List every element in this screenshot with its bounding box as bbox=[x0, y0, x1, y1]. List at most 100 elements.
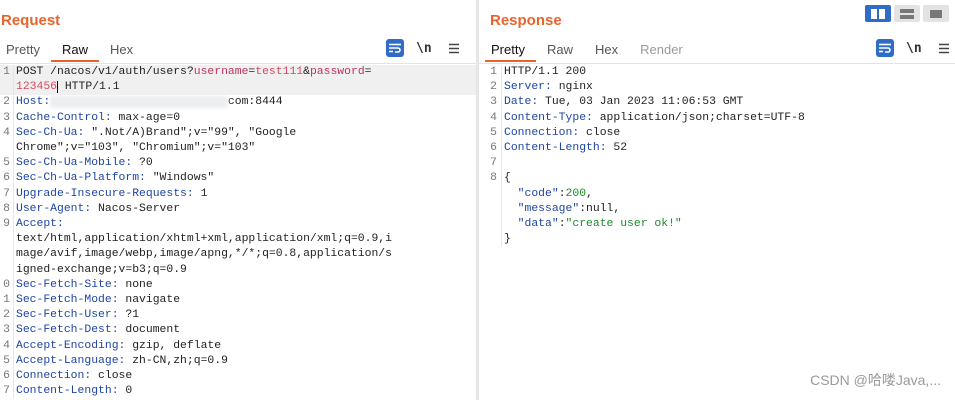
json-value: "create user ok!" bbox=[565, 218, 682, 231]
header-name: Host: bbox=[16, 96, 51, 109]
response-header-line: 4 Content-Type: application/json;charset=… bbox=[479, 110, 955, 126]
header-name: Accept: bbox=[16, 218, 64, 231]
line-number: 3 bbox=[479, 95, 502, 111]
header-value: ".Not/A)Brand";v="99", "Google bbox=[84, 126, 297, 139]
request-header-line: 5 Sec-Ch-Ua-Mobile: ?0 bbox=[0, 156, 476, 172]
header-value: close bbox=[579, 126, 621, 139]
response-tab-hex[interactable]: Hex bbox=[584, 40, 629, 62]
header-name: Sec-Fetch-Dest: bbox=[16, 324, 119, 337]
response-pane: Response Pretty Raw Hex Render \n 1 HTTP/… bbox=[479, 0, 955, 400]
response-tab-raw[interactable]: Raw bbox=[536, 40, 584, 62]
response-tab-separator bbox=[479, 63, 955, 64]
request-line-method: POST /nacos/v1/auth/users? bbox=[16, 66, 194, 78]
response-title: Response bbox=[490, 12, 562, 29]
line-number bbox=[479, 186, 502, 202]
wrap-lines-icon bbox=[879, 43, 891, 53]
header-name: Content-Length: bbox=[504, 142, 607, 155]
line-number: 2 bbox=[0, 95, 14, 111]
line-number bbox=[479, 217, 502, 233]
request-header-line: 8 User-Agent: Nacos-Server bbox=[0, 201, 476, 218]
response-editor-tools: \n bbox=[876, 39, 950, 57]
request-line: 1 POST /nacos/v1/auth/users?username = test… bbox=[0, 65, 476, 81]
response-body-line: } bbox=[479, 232, 955, 248]
line-number: 6 bbox=[479, 141, 502, 157]
request-header-line: 1 Sec-Fetch-Mode: navigate bbox=[0, 293, 476, 309]
header-value: mage/avif,image/webp,image/apng,*/*;q=0.… bbox=[16, 248, 392, 261]
header-value: ?1 bbox=[118, 309, 140, 322]
line-number: 2 bbox=[479, 80, 502, 96]
line-number: 4 bbox=[0, 125, 14, 142]
line-number bbox=[0, 262, 14, 278]
line-number: 7 bbox=[479, 156, 502, 172]
header-value: nginx bbox=[551, 81, 593, 94]
query-ampersand: & bbox=[303, 66, 310, 78]
header-value: Chrome";v="103", "Chromium";v="103" bbox=[16, 142, 256, 155]
response-body-line: "message":null, bbox=[479, 201, 955, 218]
request-tab-pretty[interactable]: Pretty bbox=[0, 40, 51, 62]
header-name: Sec-Fetch-User: bbox=[16, 309, 119, 322]
request-wrap-lines-button[interactable] bbox=[386, 39, 404, 57]
redacted-host bbox=[50, 96, 228, 109]
response-header-line: 2 Server: nginx bbox=[479, 80, 955, 96]
header-value: com:8444 bbox=[227, 96, 283, 109]
request-editor[interactable]: 1 POST /nacos/v1/auth/users?username=test… bbox=[0, 65, 476, 400]
line-number: 1 bbox=[0, 293, 14, 309]
request-show-newlines-button[interactable]: \n bbox=[416, 41, 432, 56]
line-number: 3 bbox=[0, 323, 14, 339]
line-number: 5 bbox=[0, 353, 14, 370]
header-name: Content-Type: bbox=[504, 111, 593, 124]
request-header-line: Chrome";v="103", "Chromium";v="103" bbox=[0, 141, 476, 157]
request-header-line: 4 Sec-Ch-Ua: ".Not/A)Brand";v="99", "Goog… bbox=[0, 125, 476, 142]
request-pane: Request Pretty Raw Hex \n 1 POST /nacos/v… bbox=[0, 0, 476, 400]
header-value: application/json;charset=UTF-8 bbox=[592, 111, 805, 124]
request-tab-raw[interactable]: Raw bbox=[50, 40, 99, 62]
request-header-line: 7 Content-Length: 0 bbox=[0, 384, 476, 400]
response-header-line: 5 Connection: close bbox=[479, 125, 955, 142]
header-value: max-age=0 bbox=[111, 111, 181, 124]
header-value: 52 bbox=[606, 142, 628, 155]
json-brace: { bbox=[504, 172, 511, 185]
json-comma: , bbox=[586, 187, 593, 200]
request-header-line: 5 Accept-Language: zh-CN,zh;q=0.9 bbox=[0, 353, 476, 370]
response-tab-render[interactable]: Render bbox=[629, 40, 694, 62]
json-key: "data" bbox=[517, 218, 559, 231]
header-name: Upgrade-Insecure-Requests: bbox=[16, 187, 194, 200]
response-wrap-lines-button[interactable] bbox=[876, 39, 894, 57]
request-title: Request bbox=[1, 12, 61, 29]
request-menu-icon[interactable] bbox=[448, 43, 460, 54]
header-value: document bbox=[118, 324, 181, 337]
json-key: "message" bbox=[517, 202, 580, 215]
json-value: null bbox=[586, 202, 614, 215]
header-name: Sec-Fetch-Mode: bbox=[16, 294, 119, 307]
line-number: 5 bbox=[479, 125, 502, 142]
response-editor[interactable]: 1 HTTP/1.1 200 2 Server: nginx 3 Date: Tue,… bbox=[479, 65, 955, 400]
request-header-line: 6 Connection: close bbox=[0, 369, 476, 385]
watermark: CSDN @哈喽Java,... bbox=[810, 372, 941, 388]
json-brace: } bbox=[504, 233, 511, 246]
response-show-newlines-button[interactable]: \n bbox=[906, 41, 922, 56]
request-header-line: text/html,application/xhtml+xml,applicat… bbox=[0, 232, 476, 248]
request-header-line: 4 Accept-Encoding: gzip, deflate bbox=[0, 338, 476, 354]
line-number bbox=[0, 141, 14, 157]
response-body-line: 8{ bbox=[479, 171, 955, 187]
header-value: close bbox=[91, 370, 133, 383]
request-tab-hex[interactable]: Hex bbox=[99, 40, 144, 62]
header-value: Nacos-Server bbox=[91, 202, 181, 215]
response-menu-icon[interactable] bbox=[938, 43, 950, 54]
line-number bbox=[0, 247, 14, 263]
line-number: 3 bbox=[0, 110, 14, 126]
request-header-line: mage/avif,image/webp,image/apng,*/*;q=0.… bbox=[0, 247, 476, 263]
query-param-key: password bbox=[309, 66, 365, 78]
query-param-value: test111 bbox=[255, 66, 304, 78]
line-number: 4 bbox=[0, 338, 14, 354]
header-value: "Windows" bbox=[145, 172, 215, 185]
header-name: Sec-Ch-Ua-Mobile: bbox=[16, 157, 133, 170]
line-number: 6 bbox=[0, 171, 14, 187]
header-name: Sec-Ch-Ua-Platform: bbox=[16, 172, 146, 185]
response-tabs: Pretty Raw Hex Render bbox=[485, 40, 694, 62]
line-number: 7 bbox=[0, 186, 14, 202]
json-colon: : bbox=[558, 187, 566, 200]
request-tab-separator bbox=[0, 63, 476, 64]
response-tab-pretty[interactable]: Pretty bbox=[485, 40, 536, 62]
line-number bbox=[479, 232, 502, 248]
